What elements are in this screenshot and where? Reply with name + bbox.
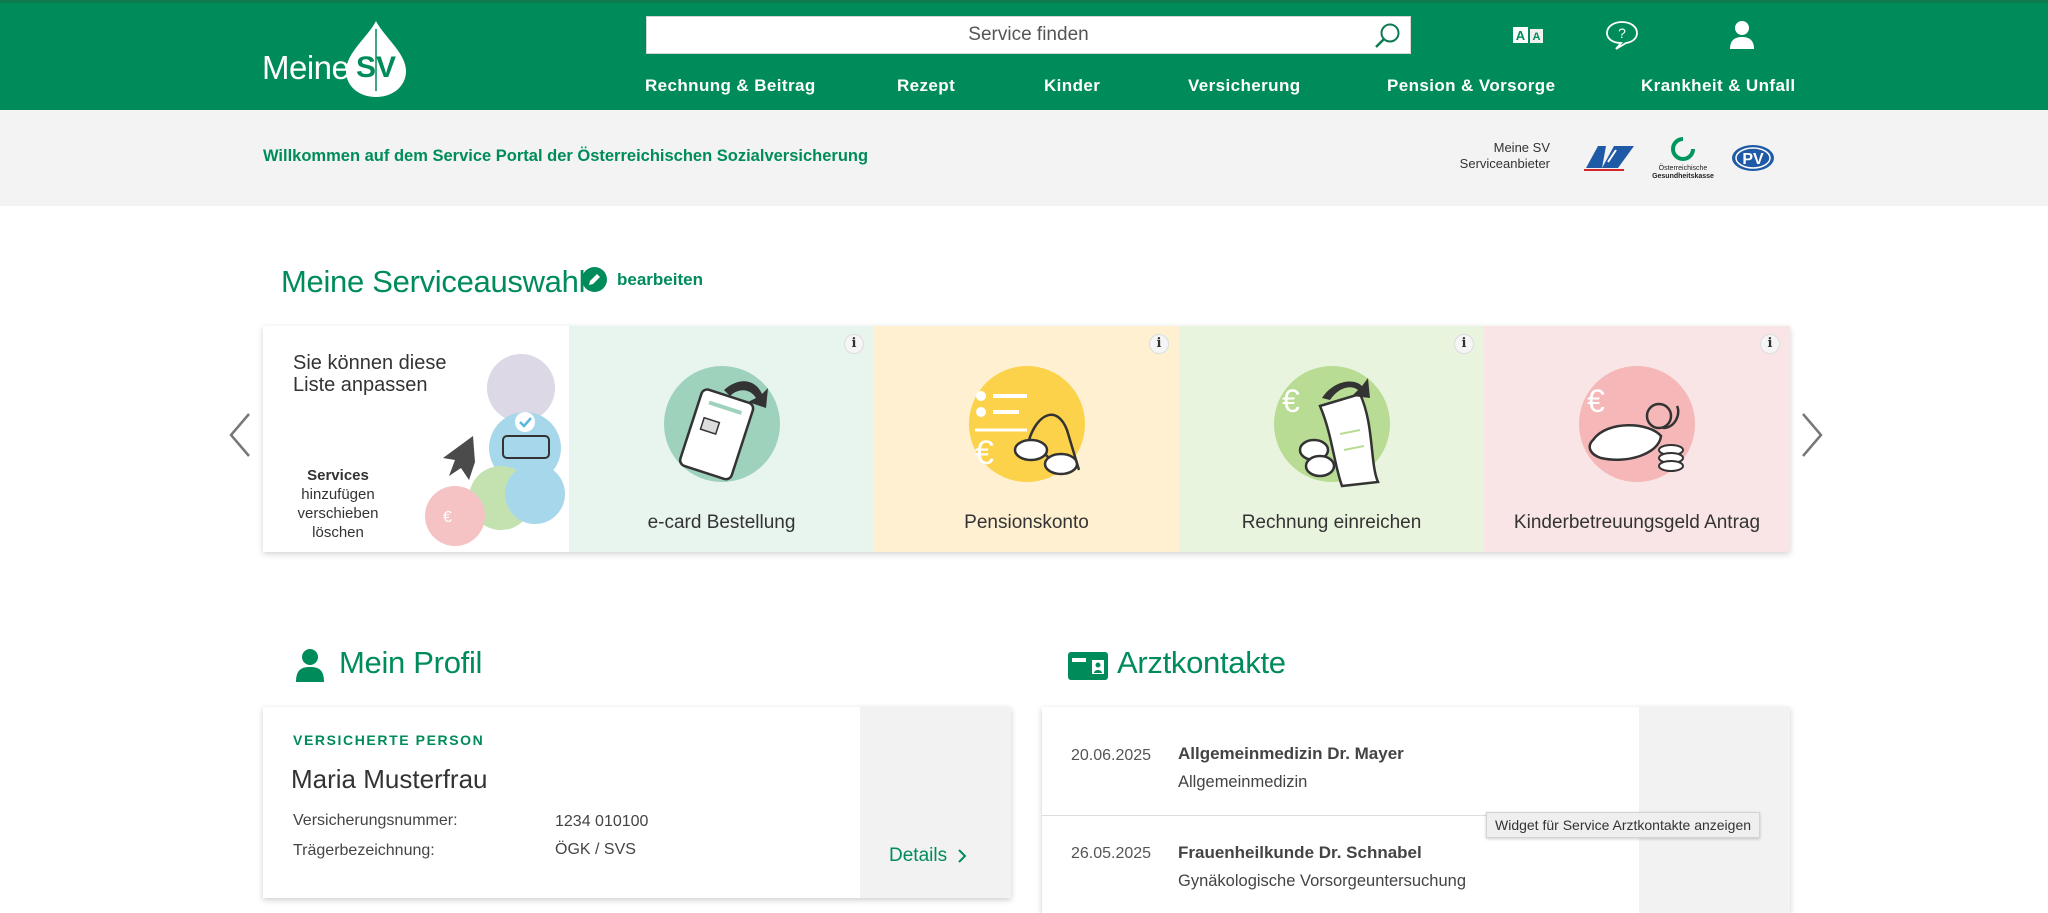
carrier-value: ÖGK / SVS [555,841,636,858]
service-carousel: Sie können diese Liste anpassen Services… [263,326,1790,552]
info-icon[interactable]: i [1149,334,1169,354]
search-bar [646,16,1411,54]
tile-label: Rechnung einreichen [1241,512,1422,533]
nav-krankheit-unfall[interactable]: Krankheit & Unfall [1641,76,1796,96]
invoice-euro-glyph: € [1282,383,1300,419]
details-link[interactable]: Details [889,845,967,867]
contacts-card-side [1639,707,1790,913]
nav-versicherung[interactable]: Versicherung [1188,76,1301,96]
nav-kinder[interactable]: Kinder [1044,76,1100,96]
carrier-label: Trägerbezeichnung: [293,842,435,859]
nav-rechnung-beitrag[interactable]: Rechnung & Beitrag [645,76,816,96]
info-icon[interactable]: i [1760,334,1780,354]
invoice-icon: € [1273,366,1390,488]
contact-name: Frauenheilkunde Dr. Schnabel [1178,843,1422,862]
intro-item-move: verschieben [297,505,379,522]
contact-type: Gynäkologische Vorsorgeuntersuchung [1178,872,1467,890]
search-icon[interactable] [1372,21,1402,51]
oegk-text-2: Gesundheitskasse [1652,173,1714,180]
profile-card: VERSICHERTE PERSON Maria Musterfrau Vers… [263,707,1011,898]
info-icon[interactable]: i [844,334,864,354]
intro-list: Services hinzufügen verschieben löschen [283,466,393,542]
pension-icon: € [968,366,1085,482]
tile-label: Kinderbetreuungsgeld Antrag [1513,512,1761,533]
info-icon[interactable]: i [1454,334,1474,354]
profile-title: Mein Profil [339,645,483,680]
profile-user-icon [296,649,324,682]
edit-services-button[interactable]: bearbeiten [582,267,703,292]
tile-kinderbetreuungsgeld[interactable]: i € Kinderbetreuungsgeld Antrag [1484,326,1790,552]
nav-rezept[interactable]: Rezept [897,76,955,96]
tile-ecard-bestellung[interactable]: i e-card Bestellung [569,326,874,552]
chevron-right-icon [958,849,967,863]
contact-date: 20.06.2025 [1071,747,1152,764]
font-icon-letter-large: A [1516,28,1526,43]
pension-euro-glyph: € [975,434,994,472]
edit-label: bearbeiten [617,269,703,289]
services-title: Meine Serviceauswahl [281,264,586,299]
meine-sv-logo[interactable]: Meine SV [262,19,412,99]
details-label: Details [889,845,948,866]
intro-heading: Services [307,467,369,484]
intro-euro-glyph: € [443,509,452,526]
tile-rechnung-einreichen[interactable]: i € Rechnung einreichen [1179,326,1484,552]
contacts-title: Arztkontakte [1117,645,1286,680]
contacts-card: 20.06.2025 Allgemeinmedizin Dr. Mayer Al… [1042,707,1790,913]
kind-euro-glyph: € [1587,383,1605,419]
profile-card-side [860,707,1011,898]
provider-label: Meine SV Serviceanbieter [1430,140,1550,172]
welcome-text: Willkommen auf dem Service Portal der Ös… [263,147,869,165]
carousel-prev-arrow[interactable] [225,410,255,460]
nav-pension-vorsorge[interactable]: Pension & Vorsorge [1387,76,1555,96]
oegk-logo[interactable]: Österreichische Gesundheitskasse [1648,136,1718,180]
tile-pensionskonto[interactable]: i € Pensionskonto [874,326,1179,552]
pv-logo[interactable]: PV [1730,142,1776,174]
baby-money-icon: € [1579,366,1695,482]
tile-label: e-card Bestellung [647,512,796,533]
search-input[interactable] [647,17,1410,53]
logo-mark: SV [356,51,396,84]
insurance-number-value: 1234 010100 [555,813,649,830]
logo-drop-icon: SV [346,21,406,97]
font-icon-letter-small: A [1533,31,1541,43]
carousel-next-arrow[interactable] [1797,410,1827,460]
pencil-icon [582,267,607,292]
contact-date: 26.05.2025 [1071,845,1152,862]
contact-name: Allgemeinmedizin Dr. Mayer [1178,744,1404,763]
help-glyph: ? [1618,25,1626,41]
widget-tooltip: Widget für Service Arztkontakte anzeigen [1486,812,1761,838]
tile-label: Pensionskonto [964,512,1089,533]
help-icon[interactable]: ? [1604,19,1640,51]
auva-logo[interactable] [1584,142,1636,172]
font-size-icon[interactable]: A A [1512,19,1548,51]
doctor-card-icon [1068,652,1108,680]
intro-item-delete: löschen [312,524,364,541]
intro-tile[interactable]: Sie können diese Liste anpassen Services… [263,326,569,552]
logo-text: Meine [262,49,350,86]
pv-text: PV [1742,151,1764,168]
user-icon[interactable] [1724,19,1760,51]
contact-type: Allgemeinmedizin [1178,773,1308,791]
insured-person-name: Maria Musterfrau [291,764,488,794]
ecard-icon [663,366,780,482]
customize-illustration: € [425,354,565,546]
oegk-text-1: Österreichische [1659,164,1708,172]
intro-item-add: hinzufügen [301,486,375,503]
provider-label-line1: Meine SV [1493,140,1550,155]
top-header: Meine SV A A ? Rechnung & Beitrag Rezept… [0,0,2048,110]
insurance-number-label: Versicherungsnummer: [293,812,458,829]
provider-label-line2: Serviceanbieter [1459,156,1550,171]
insured-person-label: VERSICHERTE PERSON [293,732,485,748]
